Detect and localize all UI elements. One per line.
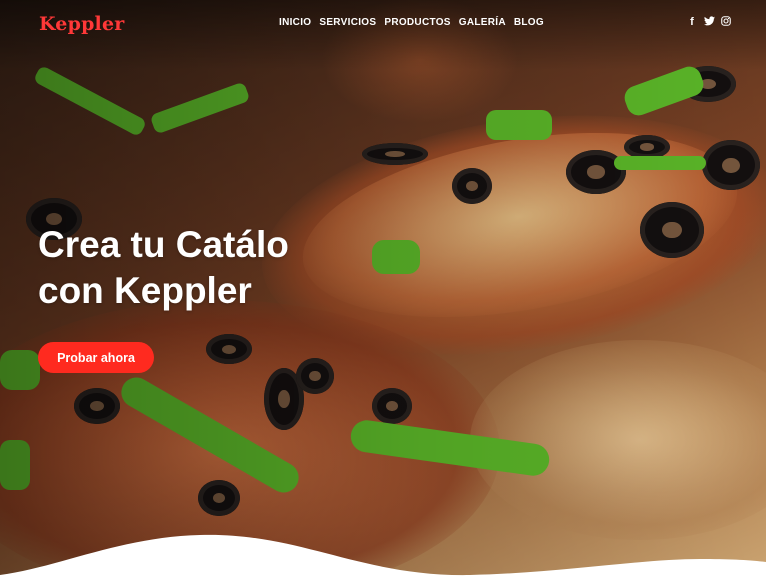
facebook-icon[interactable]: f: [687, 16, 697, 28]
instagram-icon[interactable]: [721, 16, 731, 28]
twitter-icon[interactable]: [704, 16, 715, 28]
hero-title-line1: Crea tu Catálo: [38, 224, 289, 265]
nav-item-inicio[interactable]: INICIO: [279, 17, 311, 28]
brand-logo[interactable]: Keppler: [39, 13, 124, 35]
hero-title-line2: con Keppler: [38, 270, 252, 311]
main-menu: INICIO SERVICIOS PRODUCTOS GALERÍA BLOG: [279, 17, 544, 28]
navbar: Keppler INICIO SERVICIOS PRODUCTOS GALER…: [0, 0, 766, 48]
bottom-wave-divider: [0, 534, 766, 587]
social-links: f: [687, 16, 731, 28]
nav-item-blog[interactable]: BLOG: [514, 17, 544, 28]
nav-item-productos[interactable]: PRODUCTOS: [384, 17, 450, 28]
try-now-button[interactable]: Probar ahora: [38, 342, 154, 373]
nav-item-servicios[interactable]: SERVICIOS: [319, 17, 376, 28]
hero-title: Crea tu Catálo con Keppler: [38, 222, 358, 314]
nav-item-galeria[interactable]: GALERÍA: [459, 17, 506, 28]
